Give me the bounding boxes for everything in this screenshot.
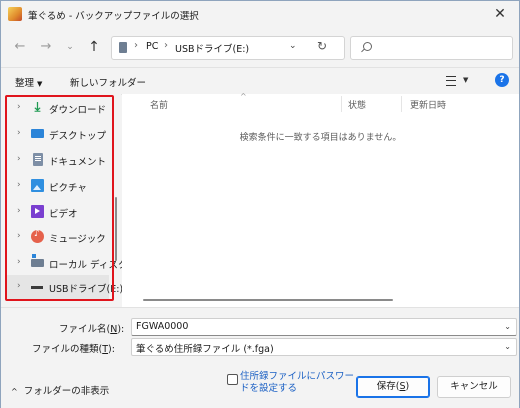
column-divider[interactable] (341, 96, 342, 112)
breadcrumb-separator: › (164, 40, 168, 51)
organize-label: 整理 (15, 78, 35, 89)
navigation-bar: ← → ⌄ ↑ › PC › USBドライブ(E:) ⌄ ↻ (1, 27, 519, 67)
highlight-annotation (5, 95, 114, 301)
close-button[interactable]: ✕ (481, 1, 519, 27)
file-save-dialog: 筆ぐるめ - バックアップファイルの選択 ✕ ← → ⌄ ↑ › PC › US… (0, 0, 520, 408)
search-icon (363, 42, 372, 51)
organize-button[interactable]: 整理 ▼ (15, 75, 42, 89)
view-caret-icon[interactable]: ▼ (463, 76, 468, 84)
up-button[interactable]: ↑ (83, 37, 105, 57)
recent-locations-button[interactable]: ⌄ (59, 37, 81, 57)
chevron-down-icon[interactable]: ⌄ (504, 322, 511, 331)
address-bar[interactable]: › PC › USBドライブ(E:) ⌄ ↻ (111, 36, 345, 60)
breadcrumb-usb-drive[interactable]: USBドライブ(E:) (175, 41, 249, 55)
hide-folders-label: フォルダーの非表示 (23, 386, 110, 397)
filetype-value: 筆ぐるめ住所録ファイル (*.fga) (136, 344, 274, 355)
filename-value: FGWA0000 (136, 321, 189, 332)
filename-field[interactable]: FGWA0000 ⌄ (131, 318, 517, 336)
address-dropdown-icon[interactable]: ⌄ (289, 41, 297, 51)
horizontal-scrollbar[interactable] (143, 299, 393, 301)
hide-folders-button[interactable]: ^ フォルダーの非表示 (11, 383, 109, 397)
column-header-modified[interactable]: 更新日時 (410, 98, 446, 111)
empty-folder-message: 検索条件に一致する項目はありません。 (239, 133, 402, 143)
sidebar-scrollbar[interactable] (115, 197, 117, 261)
filename-label: ファイル名(N): (59, 324, 125, 335)
column-header-name[interactable]: 名前 (150, 98, 168, 111)
command-bar: 整理 ▼ 新しいフォルダー ▼ ? (1, 67, 519, 95)
breadcrumb-separator: › (134, 40, 138, 51)
column-header-status[interactable]: 状態 (348, 98, 366, 111)
organize-caret-icon: ▼ (37, 80, 43, 88)
column-divider[interactable] (401, 96, 402, 112)
sort-indicator-icon: ^ (240, 92, 247, 101)
view-options-icon[interactable] (446, 76, 456, 86)
search-input[interactable] (350, 36, 513, 60)
chevron-down-icon[interactable]: ⌄ (504, 342, 511, 351)
drive-icon (119, 42, 127, 53)
password-checkbox[interactable] (227, 374, 238, 385)
forward-button[interactable]: → (35, 37, 57, 57)
filetype-label: ファイルの種類(T): (32, 344, 115, 355)
help-icon[interactable]: ? (495, 73, 509, 87)
dialog-footer: ファイル名(N): FGWA0000 ⌄ ファイルの種類(T): 筆ぐるめ住所録… (1, 307, 519, 408)
cancel-button[interactable]: キャンセル (437, 376, 511, 398)
app-icon (8, 7, 22, 21)
refresh-icon[interactable]: ↻ (317, 39, 327, 53)
filetype-select[interactable]: 筆ぐるめ住所録ファイル (*.fga) ⌄ (131, 338, 517, 356)
title-bar: 筆ぐるめ - バックアップファイルの選択 ✕ (1, 1, 519, 27)
back-button[interactable]: ← (9, 37, 31, 57)
password-checkbox-label[interactable]: 住所録ファイルにパスワードを設定する (240, 371, 360, 395)
new-folder-button[interactable]: 新しいフォルダー (70, 75, 146, 89)
window-title: 筆ぐるめ - バックアップファイルの選択 (28, 11, 199, 22)
breadcrumb-pc[interactable]: PC (146, 41, 158, 52)
file-list-pane: ^ 名前 状態 更新日時 検索条件に一致する項目はありません。 (122, 92, 519, 307)
chevron-up-icon: ^ (11, 387, 18, 396)
save-button[interactable]: 保存(S) (356, 376, 430, 398)
